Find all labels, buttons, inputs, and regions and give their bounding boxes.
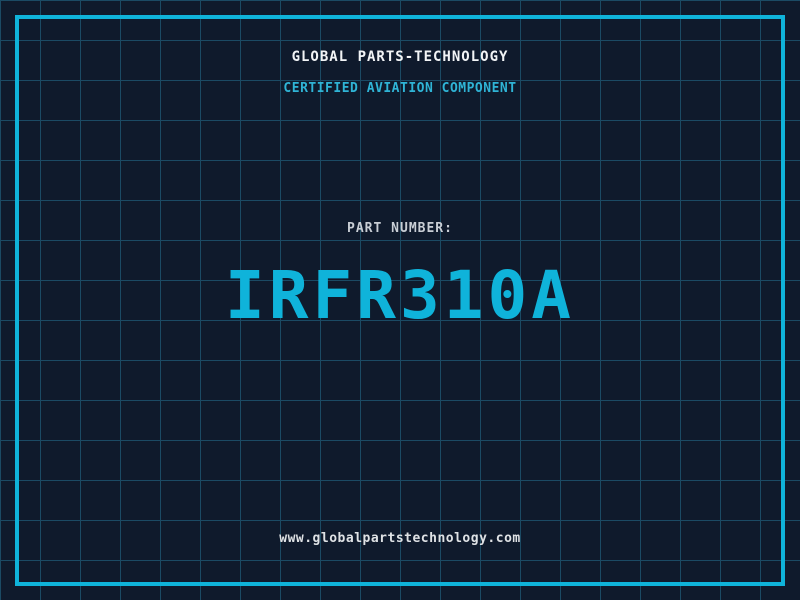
website-url: www.globalpartstechnology.com [279,531,521,546]
part-number-value: IRFR310A [225,257,575,334]
certification-subtitle: CERTIFIED AVIATION COMPONENT [283,81,517,96]
part-card: GLOBAL PARTS-TECHNOLOGY CERTIFIED AVIATI… [0,0,800,600]
part-number-label: PART NUMBER: [347,221,453,236]
company-name: GLOBAL PARTS-TECHNOLOGY [291,49,509,65]
